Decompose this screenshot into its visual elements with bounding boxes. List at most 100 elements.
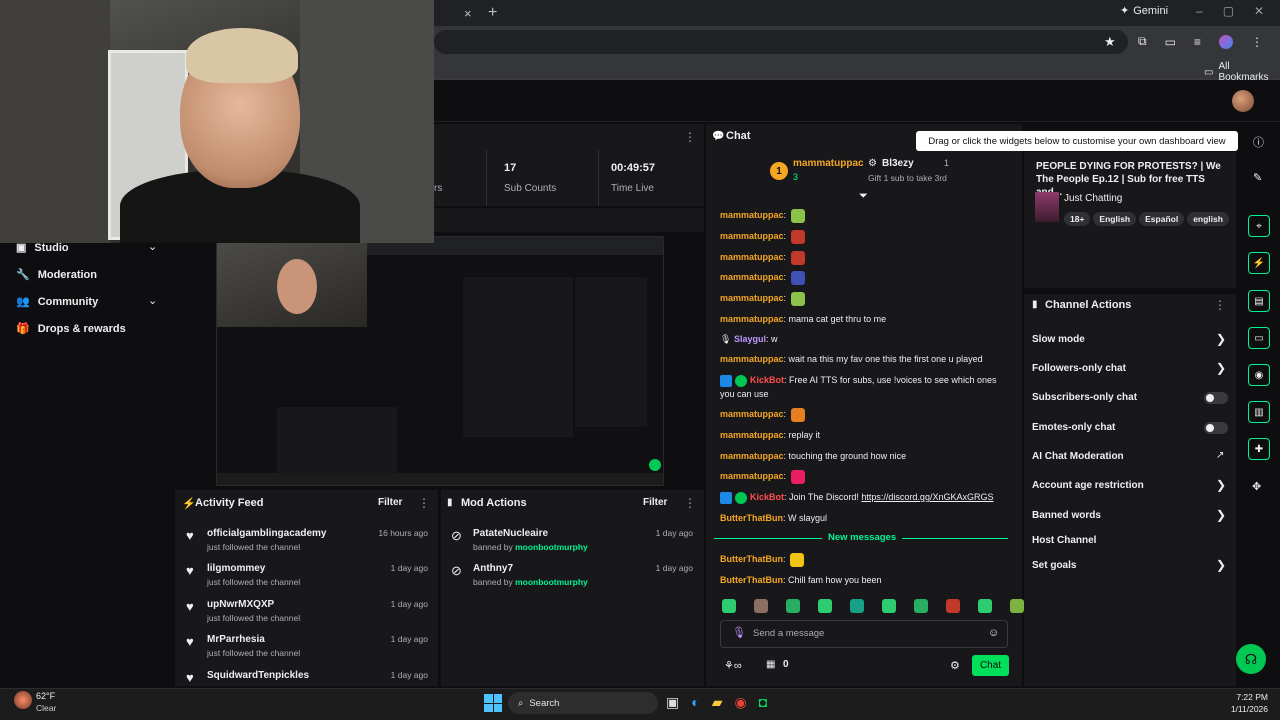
- windows-start-icon[interactable]: [484, 694, 502, 712]
- ai-chat-moderation-item[interactable]: AI Chat Moderation: [1032, 451, 1124, 462]
- category-thumbnail[interactable]: [1035, 192, 1059, 222]
- support-headset-icon[interactable]: ☊: [1236, 644, 1266, 674]
- feed-user[interactable]: lilgmommey: [207, 563, 265, 574]
- cast-icon[interactable]: ▭: [1165, 35, 1176, 49]
- mod-target-user[interactable]: Anthny7: [473, 563, 513, 574]
- kebab-menu-icon[interactable]: ⋮: [684, 496, 696, 510]
- chat-username[interactable]: ButterThatBun: [720, 554, 783, 564]
- maximize-icon[interactable]: ▢: [1223, 4, 1234, 18]
- taskbar-search[interactable]: ⌕ Search: [508, 692, 658, 714]
- emote-icon[interactable]: [786, 599, 800, 613]
- subscribers-only-toggle[interactable]: [1204, 392, 1228, 404]
- emote-icon[interactable]: [818, 599, 832, 613]
- kebab-menu-icon[interactable]: ⋮: [418, 496, 430, 510]
- emote-icon[interactable]: [1010, 599, 1024, 613]
- slow-mode-item[interactable]: Slow mode: [1032, 334, 1085, 345]
- settings-icon[interactable]: ⚙: [950, 659, 960, 672]
- host-channel-item[interactable]: Host Channel: [1032, 535, 1096, 546]
- chat-username[interactable]: KickBot: [750, 492, 784, 502]
- info-icon[interactable]: ⓘ: [1253, 134, 1264, 150]
- broadcast-icon[interactable]: ◉: [1248, 364, 1270, 386]
- emote-icon[interactable]: [882, 599, 896, 613]
- minimize-icon[interactable]: –: [1196, 4, 1203, 18]
- chat-username[interactable]: mammatuppac: [720, 409, 784, 419]
- chat-username[interactable]: mammatuppac: [720, 231, 784, 241]
- chat-username[interactable]: mammatuppac: [720, 293, 784, 303]
- chrome-icon[interactable]: ◉: [734, 694, 746, 711]
- microphone-icon[interactable]: 🎙: [732, 626, 746, 639]
- feed-user[interactable]: upNwrMXQXP: [207, 599, 274, 610]
- notes-icon[interactable]: ▤: [1248, 290, 1270, 312]
- tag[interactable]: 18+: [1064, 212, 1091, 226]
- account-age-item[interactable]: Account age restriction: [1032, 480, 1144, 491]
- emote-icon[interactable]: [946, 599, 960, 613]
- set-goals-item[interactable]: Set goals: [1032, 560, 1076, 571]
- feed-user[interactable]: SquidwardTenpickles: [207, 670, 309, 681]
- chevron-right-icon[interactable]: ❯: [1216, 332, 1226, 346]
- emote-icon[interactable]: [850, 599, 864, 613]
- chat-username[interactable]: mammatuppac: [720, 451, 784, 461]
- emote-icon[interactable]: [914, 599, 928, 613]
- taskbar-date[interactable]: 1/11/2026: [1222, 704, 1268, 714]
- leaderboard-user[interactable]: mammatuppac: [793, 158, 864, 169]
- chat-username[interactable]: mammatuppac: [720, 314, 784, 324]
- gemini-button[interactable]: ✦ Gemini: [1120, 4, 1168, 18]
- pencil-icon[interactable]: ✎: [1253, 171, 1262, 184]
- sidebar-item-moderation[interactable]: 🔧 Moderation: [16, 268, 97, 282]
- kick-app-icon[interactable]: ◘: [759, 694, 767, 711]
- kebab-menu-icon[interactable]: ⋮: [1214, 298, 1226, 312]
- mod-filter-button[interactable]: Filter: [643, 497, 667, 508]
- feed-user[interactable]: MrParrhesia: [207, 634, 265, 645]
- chat-username[interactable]: mammatuppac: [720, 430, 784, 440]
- chevron-right-icon[interactable]: ❯: [1216, 361, 1226, 375]
- chat-link[interactable]: https://discord.gg/XnGKAxGRGS: [861, 492, 993, 502]
- weather-temp[interactable]: 62°F: [36, 691, 55, 701]
- profile-avatar[interactable]: [1218, 34, 1233, 49]
- new-tab-icon[interactable]: +: [488, 4, 497, 22]
- feed-user[interactable]: officialgamblingacademy: [207, 528, 326, 539]
- sidebar-item-community[interactable]: 👥 Community: [16, 295, 98, 309]
- user-avatar[interactable]: [1232, 90, 1254, 112]
- chat-username[interactable]: mammatuppac: [720, 252, 784, 262]
- emoji-icon[interactable]: ☺: [988, 627, 999, 639]
- chevron-right-icon[interactable]: ❯: [1216, 508, 1226, 522]
- chat-username[interactable]: Slaygul: [734, 334, 766, 344]
- tag[interactable]: English: [1093, 212, 1137, 226]
- external-link-icon[interactable]: ↗: [1216, 450, 1224, 461]
- emote-icon[interactable]: [978, 599, 992, 613]
- chat-username[interactable]: ButterThatBun: [720, 513, 783, 523]
- printer-icon[interactable]: ▥: [1248, 401, 1270, 423]
- bookmark-star-icon[interactable]: ★: [1104, 34, 1116, 50]
- edge-icon[interactable]: ◐: [691, 694, 699, 711]
- stream-category[interactable]: Just Chatting: [1064, 193, 1122, 204]
- close-window-icon[interactable]: ✕: [1254, 4, 1264, 18]
- kebab-menu-icon[interactable]: ⋮: [684, 130, 696, 144]
- banned-words-item[interactable]: Banned words: [1032, 510, 1101, 521]
- chat-username[interactable]: mammatuppac: [720, 272, 784, 282]
- chat-username[interactable]: mammatuppac: [720, 471, 784, 481]
- wrench-icon[interactable]: ✚: [1248, 438, 1270, 460]
- chat-username[interactable]: mammatuppac: [720, 354, 784, 364]
- moderator-name[interactable]: moonbootmurphy: [515, 542, 588, 552]
- chat-username[interactable]: mammatuppac: [720, 210, 784, 220]
- activity-filter-button[interactable]: Filter: [378, 497, 402, 508]
- chat-bubble-icon[interactable]: ▭: [1248, 327, 1270, 349]
- pin-icon[interactable]: ⏷: [859, 190, 868, 203]
- followers-only-item[interactable]: Followers-only chat: [1032, 363, 1126, 374]
- chat-username[interactable]: ButterThatBun: [720, 575, 783, 585]
- kebab-menu-icon[interactable]: ⋮: [1251, 35, 1263, 49]
- taskbar-time[interactable]: 7:22 PM: [1230, 692, 1268, 702]
- emotes-only-toggle[interactable]: [1204, 422, 1228, 434]
- extensions-icon[interactable]: ⧉: [1138, 34, 1147, 49]
- hub-icon[interactable]: ✥: [1252, 480, 1261, 493]
- file-explorer-icon[interactable]: ▰: [712, 694, 723, 711]
- screenshot-icon[interactable]: ⌖: [1248, 215, 1270, 237]
- media-icon[interactable]: ≡: [1194, 35, 1201, 49]
- chevron-down-icon[interactable]: ⌄: [148, 294, 157, 307]
- sidebar-item-drops-rewards[interactable]: 🎁 Drops & rewards: [16, 322, 126, 336]
- emote-icon[interactable]: [754, 599, 768, 613]
- chevron-right-icon[interactable]: ❯: [1216, 478, 1226, 492]
- lightning-icon[interactable]: ⚡: [1248, 252, 1270, 274]
- tab-close-icon[interactable]: ×: [464, 6, 472, 21]
- moderator-name[interactable]: moonbootmurphy: [515, 577, 588, 587]
